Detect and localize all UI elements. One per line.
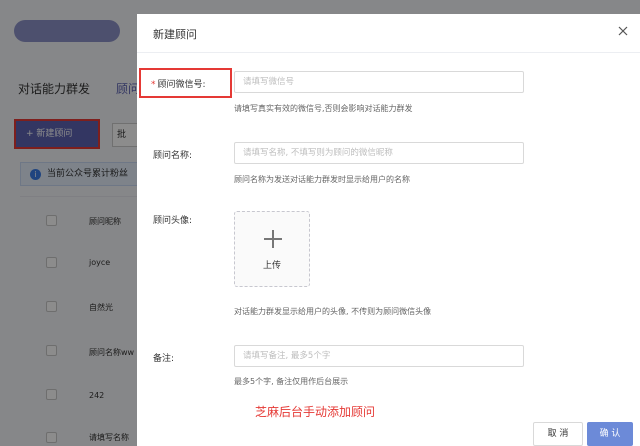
advisor-name-input[interactable]: 请填写名称, 不填写则为顾问的微信昵称 (234, 142, 524, 164)
confirm-button[interactable]: 确 认 (587, 422, 633, 446)
avatar-upload-button[interactable]: 上传 (234, 211, 310, 287)
dialog-header-divider (137, 52, 640, 53)
wechat-id-label: * 顾问微信号: (151, 77, 206, 90)
cancel-button[interactable]: 取 消 (533, 422, 583, 446)
close-icon[interactable] (616, 24, 630, 38)
annotation-text: 芝麻后台手动添加顾问 (255, 405, 376, 419)
note-input[interactable]: 请填写备注, 最多5个字 (234, 345, 524, 367)
advisor-avatar-label: 顾问头像: (153, 216, 193, 226)
avatar-hint: 对话能力群发显示给用户的头像, 不传则为顾问微信头像 (234, 307, 432, 316)
new-advisor-dialog: 新建顾问 * 顾问微信号: 请填写微信号 请填写真实有效的微信号,否则会影响对话能… (137, 14, 640, 446)
advisor-name-hint: 顾问名称为发送对话能力群发时显示给用户的名称 (234, 175, 410, 184)
upload-label: 上传 (262, 261, 281, 271)
required-mark: * (151, 80, 156, 90)
note-label: 备注: (153, 354, 175, 364)
advisor-name-label: 顾问名称: (153, 151, 193, 161)
wechat-id-label-text: 顾问微信号: (157, 80, 206, 90)
dialog-title: 新建顾问 (153, 28, 197, 41)
wechat-id-input[interactable]: 请填写微信号 (234, 71, 524, 93)
note-hint: 最多5个字, 备注仅用作后台展示 (234, 377, 349, 386)
wechat-id-hint: 请填写真实有效的微信号,否则会影响对话能力群发 (234, 104, 413, 113)
